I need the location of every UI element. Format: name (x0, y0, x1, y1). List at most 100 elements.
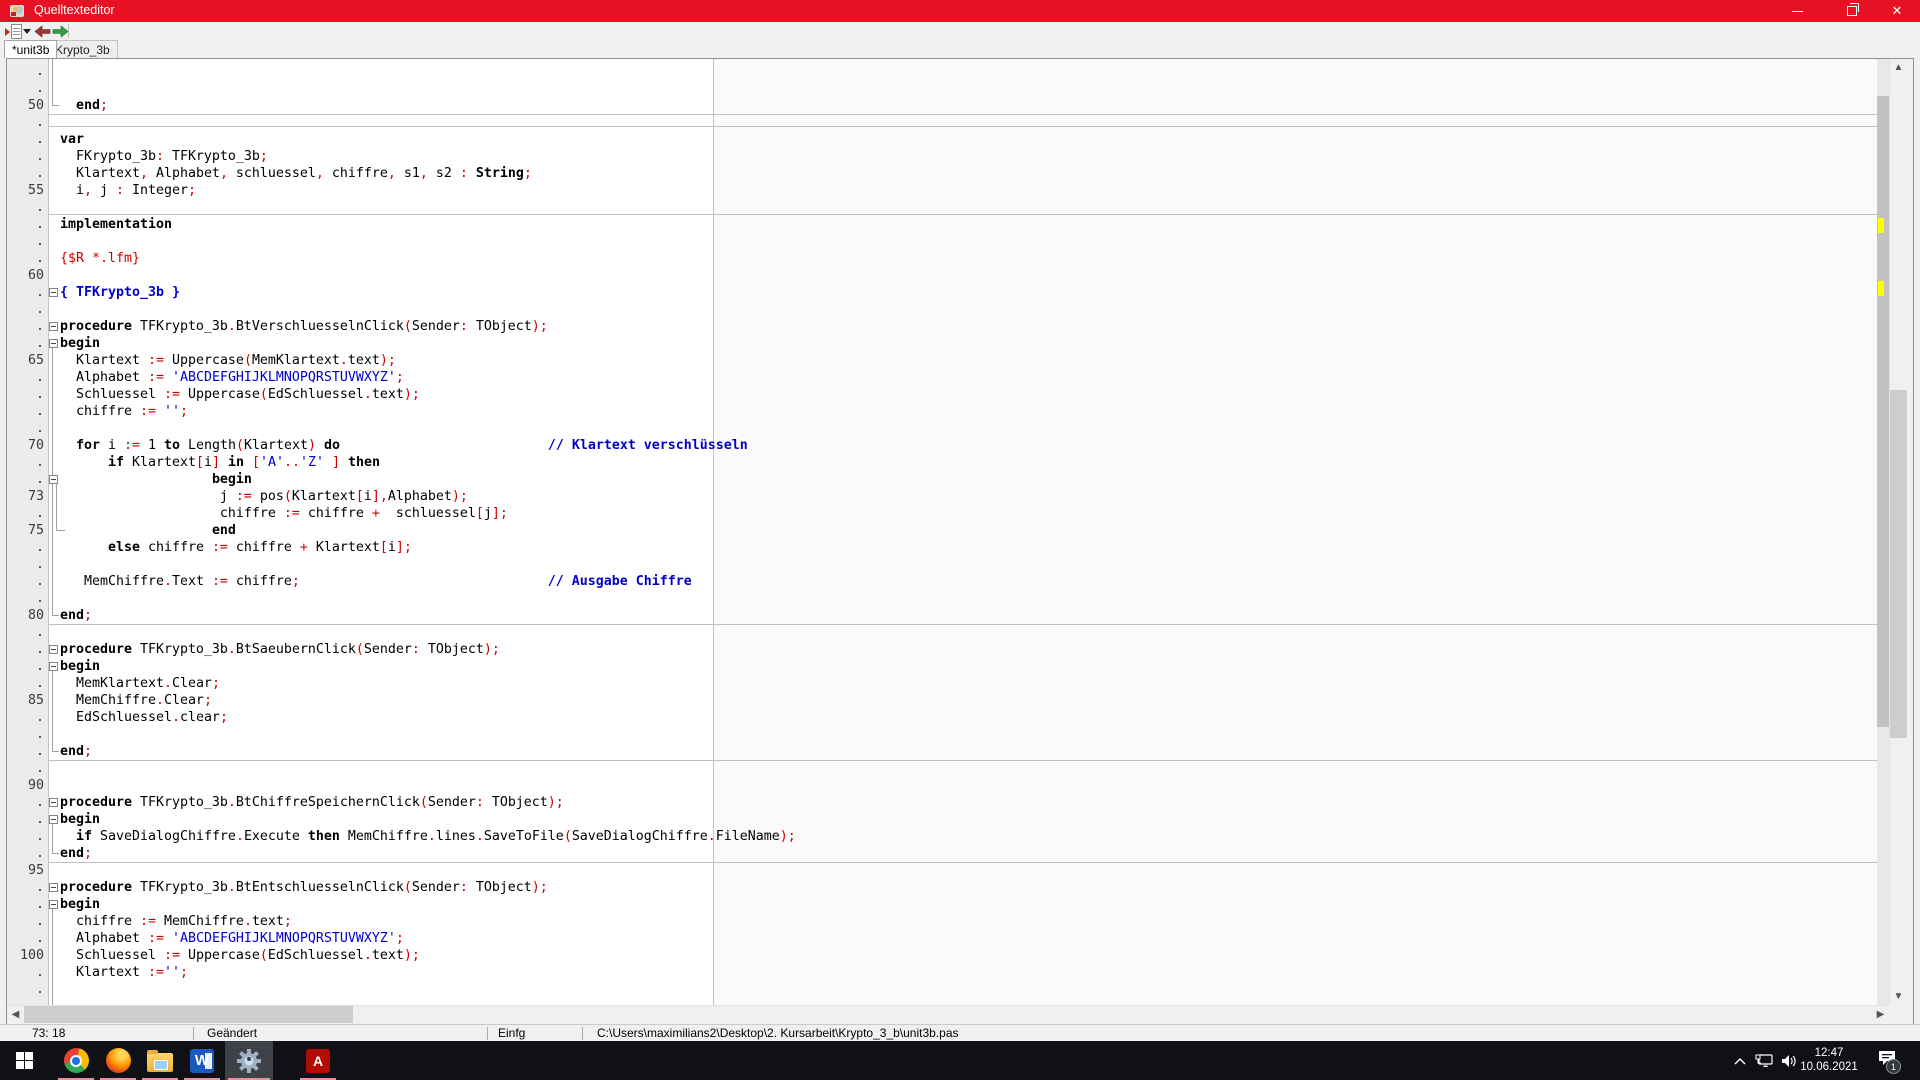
code-text: chiffre := chiffre + schluessel[j]; (60, 505, 508, 522)
tray-network-icon[interactable] (1752, 1041, 1776, 1080)
vertical-scrollbar[interactable]: ▲ ▼ (1889, 59, 1907, 1005)
fold-toggle-icon[interactable] (49, 900, 58, 909)
code-line[interactable]: . (7, 199, 1877, 216)
code-line[interactable]: .begin (7, 811, 1877, 828)
code-line[interactable]: .procedure TFKrypto_3b.BtVerschluesselnC… (7, 318, 1877, 335)
taskbar-app-explorer[interactable] (139, 1041, 181, 1080)
code-editor[interactable]: ..50 end;..var. FKrypto_3b: TFKrypto_3b;… (7, 59, 1877, 1005)
code-line[interactable]: . chiffre := MemChiffre.text; (7, 913, 1877, 930)
code-line[interactable]: . (7, 981, 1877, 998)
fold-toggle-icon[interactable] (49, 475, 58, 484)
code-line[interactable]: .{ TFKrypto_3b } (7, 284, 1877, 301)
fold-toggle-icon[interactable] (49, 815, 58, 824)
code-line[interactable]: .begin (7, 335, 1877, 352)
code-line[interactable]: .var (7, 131, 1877, 148)
taskbar-app-lazarus-active[interactable] (225, 1041, 273, 1080)
navigate-forward-icon[interactable] (52, 25, 69, 38)
insert-mode-status: Einfg (498, 1026, 525, 1040)
fold-toggle-icon[interactable] (49, 645, 58, 654)
tab-unit3b[interactable]: *unit3b (4, 40, 57, 58)
taskbar-app-chrome[interactable] (55, 1041, 97, 1080)
code-line[interactable]: 55 i, j : Integer; (7, 182, 1877, 199)
fold-toggle-icon[interactable] (49, 288, 58, 297)
code-line[interactable]: .implementation (7, 216, 1877, 233)
code-line[interactable]: . EdSchluessel.clear; (7, 709, 1877, 726)
taskbar-app-word[interactable]: W (181, 1041, 223, 1080)
code-line[interactable]: 100 Schluessel := Uppercase(EdSchluessel… (7, 947, 1877, 964)
code-line[interactable]: .begin (7, 658, 1877, 675)
code-line[interactable]: . (7, 760, 1877, 777)
tab-krypto-3b[interactable]: Krypto_3b (47, 40, 118, 58)
code-line[interactable]: 95 (7, 862, 1877, 879)
code-line[interactable]: . (7, 301, 1877, 318)
code-line[interactable]: . MemKlartext.Clear; (7, 675, 1877, 692)
code-line[interactable]: 60 (7, 267, 1877, 284)
code-line[interactable]: . (7, 998, 1877, 1005)
start-button[interactable] (0, 1041, 48, 1080)
code-line[interactable]: . (7, 556, 1877, 573)
code-line[interactable]: . if Klartext[i] in ['A'..'Z' ] then (7, 454, 1877, 471)
restore-button[interactable] (1829, 0, 1875, 22)
scroll-down-arrow-icon[interactable]: ▼ (1890, 988, 1907, 1005)
notification-badge: 1 (1886, 1059, 1901, 1074)
code-line[interactable]: 50 end; (7, 97, 1877, 114)
code-line[interactable]: 75 end (7, 522, 1877, 539)
minimize-button[interactable] (1774, 0, 1820, 22)
code-line[interactable]: 73 j := pos(Klartext[i],Alphabet); (7, 488, 1877, 505)
horizontal-scroll-thumb[interactable] (24, 1006, 353, 1023)
scroll-up-arrow-icon[interactable]: ▲ (1890, 59, 1907, 76)
taskbar-app-acrobat[interactable]: A (297, 1041, 339, 1080)
code-line[interactable]: .procedure TFKrypto_3b.BtChiffreSpeicher… (7, 794, 1877, 811)
dropdown-arrow-icon[interactable] (23, 29, 31, 34)
code-line[interactable]: . Klartext, Alphabet, schluessel, chiffr… (7, 165, 1877, 182)
code-line[interactable]: .begin (7, 896, 1877, 913)
code-line[interactable]: 90 (7, 777, 1877, 794)
vertical-scroll-thumb[interactable] (1890, 390, 1907, 738)
tray-clock[interactable]: 12:47 10.06.2021 (1798, 1046, 1860, 1074)
close-button[interactable]: ✕ (1874, 0, 1920, 22)
code-line[interactable]: . FKrypto_3b: TFKrypto_3b; (7, 148, 1877, 165)
code-line[interactable]: . begin (7, 471, 1877, 488)
scroll-left-arrow-icon[interactable]: ◀ (7, 1006, 24, 1023)
code-line[interactable]: . if SaveDialogChiffre.Execute then MemC… (7, 828, 1877, 845)
code-line[interactable]: . chiffre := chiffre + schluessel[j]; (7, 505, 1877, 522)
code-line[interactable]: . Alphabet := 'ABCDEFGHIJKLMNOPQRSTUVWXY… (7, 930, 1877, 947)
code-line[interactable]: 65 Klartext := Uppercase(MemKlartext.tex… (7, 352, 1877, 369)
code-line[interactable]: 85 MemChiffre.Clear; (7, 692, 1877, 709)
code-line[interactable]: . (7, 114, 1877, 131)
code-line[interactable]: . (7, 63, 1877, 80)
jump-to-source-icon[interactable] (5, 24, 21, 38)
code-line[interactable]: . else chiffre := chiffre + Klartext[i]; (7, 539, 1877, 556)
code-line[interactable]: .{$R *.lfm} (7, 250, 1877, 267)
code-line[interactable]: . (7, 624, 1877, 641)
code-line[interactable]: . (7, 420, 1877, 437)
fold-toggle-icon[interactable] (49, 339, 58, 348)
navigate-back-icon[interactable] (34, 25, 51, 38)
scroll-right-arrow-icon[interactable]: ▶ (1872, 1006, 1889, 1023)
code-line[interactable]: . (7, 590, 1877, 607)
code-line[interactable]: . Schluessel := Uppercase(EdSchluessel.t… (7, 386, 1877, 403)
code-line[interactable]: . (7, 233, 1877, 250)
code-line[interactable]: .end; (7, 743, 1877, 760)
code-line[interactable]: . MemChiffre.Text := chiffre; // Ausgabe… (7, 573, 1877, 590)
fold-toggle-icon[interactable] (49, 883, 58, 892)
code-line[interactable]: . (7, 80, 1877, 97)
code-line[interactable]: . (7, 726, 1877, 743)
code-line[interactable]: 70 for i := 1 to Length(Klartext) do // … (7, 437, 1877, 454)
code-line[interactable]: . chiffre := ''; (7, 403, 1877, 420)
code-line[interactable]: .procedure TFKrypto_3b.BtSaeubernClick(S… (7, 641, 1877, 658)
fold-toggle-icon[interactable] (49, 322, 58, 331)
tray-chevron-up-icon[interactable] (1731, 1041, 1749, 1080)
code-line[interactable]: 80end; (7, 607, 1877, 624)
fold-toggle-icon[interactable] (49, 662, 58, 671)
fold-toggle-icon[interactable] (49, 798, 58, 807)
notification-center-icon[interactable]: 1 (1872, 1041, 1902, 1080)
code-line[interactable]: .procedure TFKrypto_3b.BtEntschluesselnC… (7, 879, 1877, 896)
modified-line-mark (1878, 281, 1884, 296)
code-line[interactable]: .end; (7, 845, 1877, 862)
taskbar-app-firefox[interactable] (97, 1041, 139, 1080)
code-line[interactable]: . Alphabet := 'ABCDEFGHIJKLMNOPQRSTUVWXY… (7, 369, 1877, 386)
horizontal-scrollbar[interactable]: ◀ ▶ (7, 1005, 1889, 1023)
code-text: chiffre := MemChiffre.text; (60, 913, 292, 930)
code-line[interactable]: . Klartext :=''; (7, 964, 1877, 981)
